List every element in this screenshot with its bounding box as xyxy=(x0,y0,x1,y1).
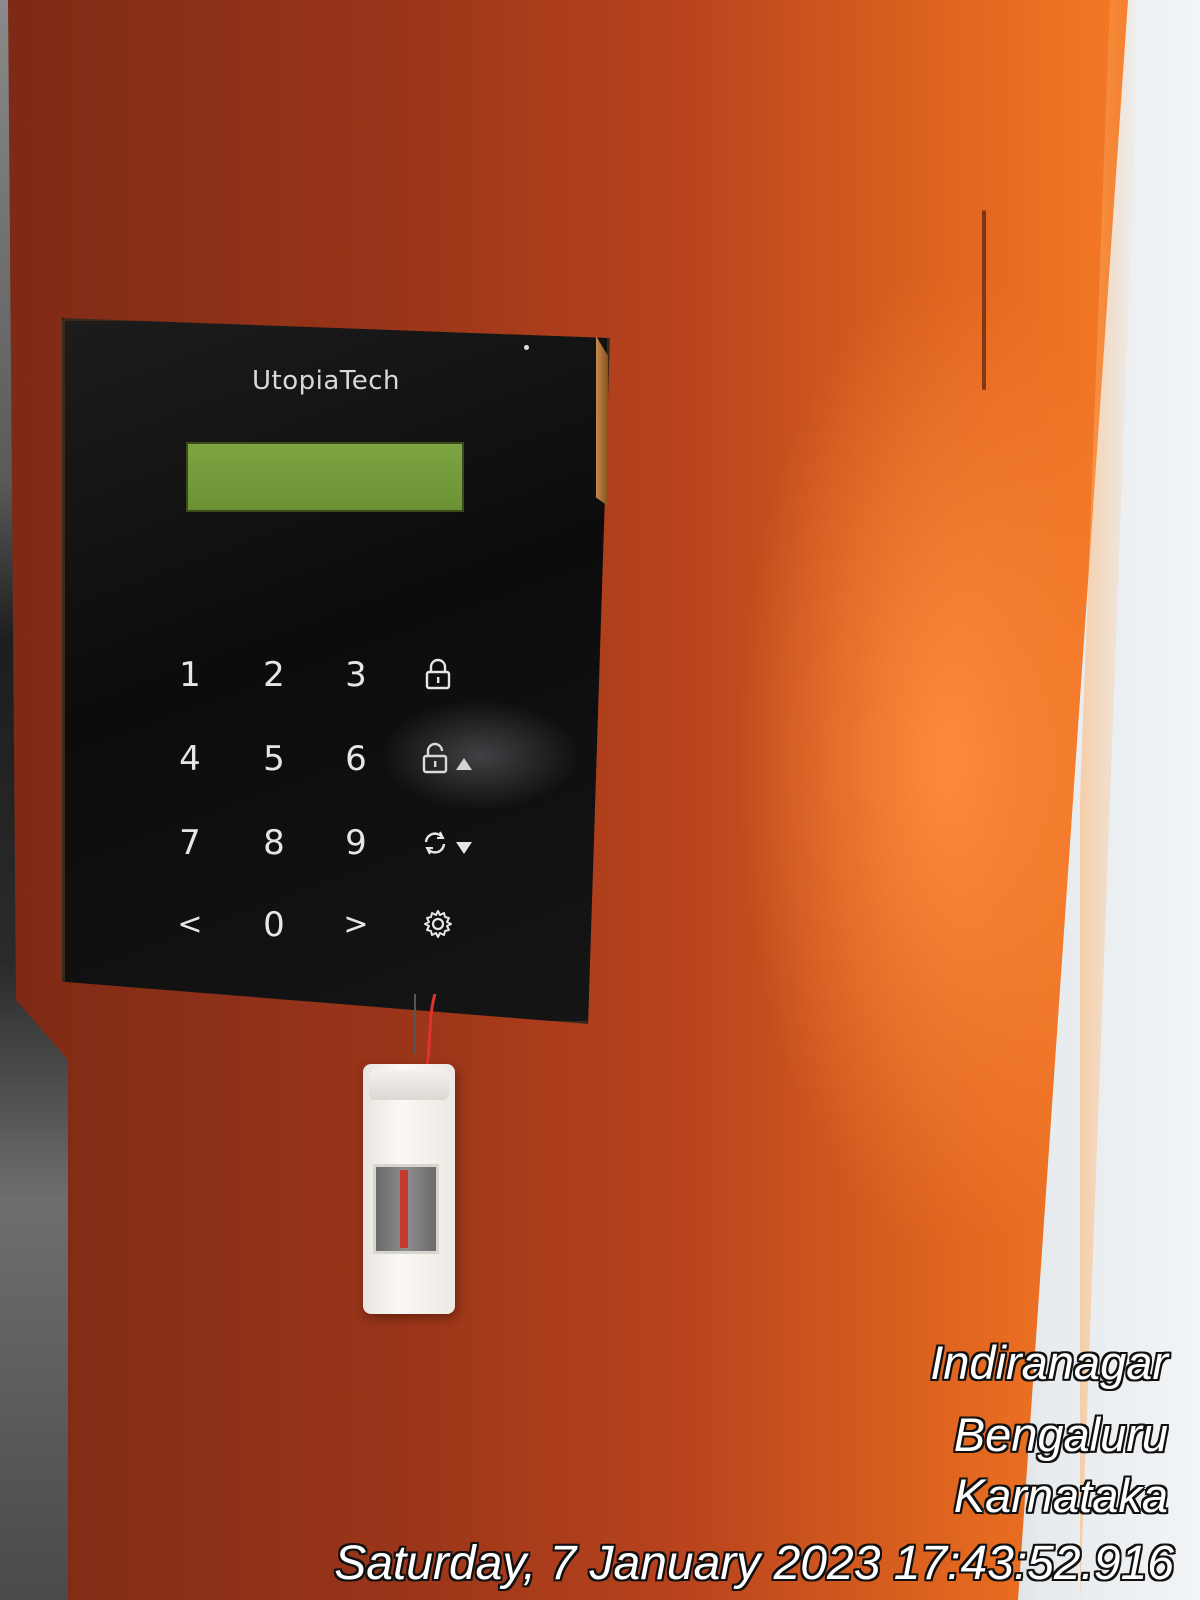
overlay-datetime: Saturday, 7 January 2023 17:43:52.916 xyxy=(334,1537,1174,1590)
key-1[interactable]: 1 xyxy=(160,650,220,700)
key-8[interactable]: 8 xyxy=(244,818,304,868)
key-4[interactable]: 4 xyxy=(160,734,220,784)
key-0[interactable]: 0 xyxy=(244,900,304,950)
key-right-arrow[interactable]: > xyxy=(326,900,386,950)
key-9[interactable]: 9 xyxy=(326,818,386,868)
key-7[interactable]: 7 xyxy=(160,818,220,868)
key-5[interactable]: 5 xyxy=(244,734,304,784)
gear-icon xyxy=(408,900,468,940)
overlay-state: Karnataka xyxy=(953,1469,1168,1522)
lcd-display xyxy=(186,442,464,512)
lock-icon xyxy=(408,650,468,692)
key-left-arrow[interactable]: < xyxy=(160,900,220,950)
key-3[interactable]: 3 xyxy=(326,650,386,700)
exit-button-cap xyxy=(369,1070,449,1100)
exit-button-label-stripe xyxy=(400,1170,408,1248)
key-6[interactable]: 6 xyxy=(326,734,386,784)
keypad-side-edge xyxy=(596,336,608,506)
photo-scene: UtopiaTech 1 2 3 4 5 6 7 8 9 <0 > Indiranagar Beng… xyxy=(0,0,1200,1600)
overlay-locality: Indiranagar xyxy=(930,1336,1168,1389)
red-wire xyxy=(414,994,437,1069)
key-2[interactable]: 2 xyxy=(244,650,304,700)
door-scratch xyxy=(982,210,986,390)
overlay-city: Bengaluru xyxy=(953,1408,1168,1461)
keypad-brand: UtopiaTech xyxy=(252,366,401,396)
screen-glare xyxy=(380,700,580,810)
status-led xyxy=(524,345,529,350)
refresh-down-key[interactable] xyxy=(408,818,488,868)
gear-key[interactable] xyxy=(408,900,468,950)
lock-key[interactable] xyxy=(408,650,468,700)
refresh-down-icon xyxy=(408,818,488,860)
exit-button-unit xyxy=(363,1064,455,1314)
